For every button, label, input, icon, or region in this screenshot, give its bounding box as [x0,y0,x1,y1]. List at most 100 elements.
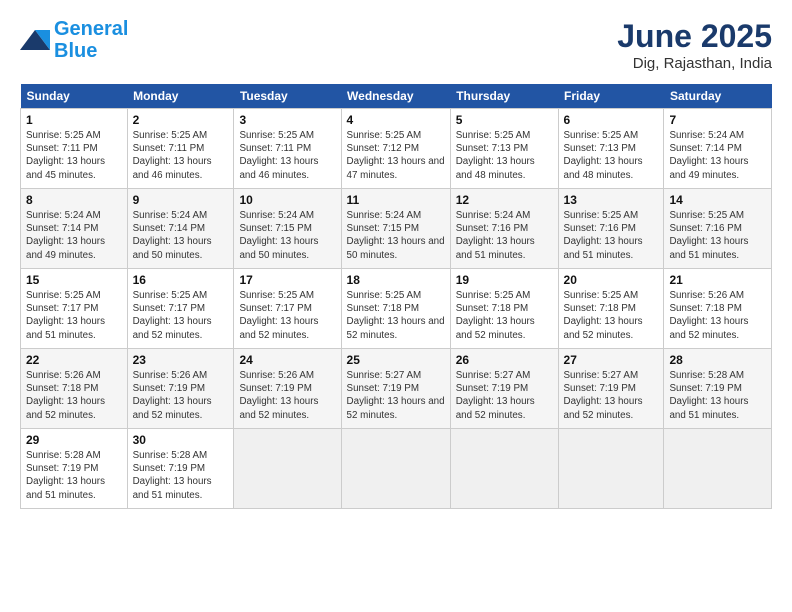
table-cell: 12 Sunrise: 5:24 AM Sunset: 7:16 PM Dayl… [450,189,558,269]
day-info: Sunrise: 5:24 AM Sunset: 7:16 PM Dayligh… [456,209,553,262]
day-number: 8 [26,193,122,207]
header-friday: Friday [558,84,664,109]
table-cell: 29 Sunrise: 5:28 AM Sunset: 7:19 PM Dayl… [21,429,128,509]
table-cell: 21 Sunrise: 5:26 AM Sunset: 7:18 PM Dayl… [664,269,772,349]
table-cell: 13 Sunrise: 5:25 AM Sunset: 7:16 PM Dayl… [558,189,664,269]
day-number: 23 [133,353,229,367]
calendar-subtitle: Dig, Rajasthan, India [617,55,772,72]
table-cell: 1 Sunrise: 5:25 AM Sunset: 7:11 PM Dayli… [21,109,128,189]
calendar-week-row: 8 Sunrise: 5:24 AM Sunset: 7:14 PM Dayli… [21,189,772,269]
day-number: 5 [456,113,553,127]
header-sunday: Sunday [21,84,128,109]
day-info: Sunrise: 5:28 AM Sunset: 7:19 PM Dayligh… [133,449,229,502]
table-cell: 23 Sunrise: 5:26 AM Sunset: 7:19 PM Dayl… [127,349,234,429]
table-cell: 11 Sunrise: 5:24 AM Sunset: 7:15 PM Dayl… [341,189,450,269]
day-info: Sunrise: 5:24 AM Sunset: 7:14 PM Dayligh… [133,209,229,262]
table-cell: 2 Sunrise: 5:25 AM Sunset: 7:11 PM Dayli… [127,109,234,189]
table-cell: 10 Sunrise: 5:24 AM Sunset: 7:15 PM Dayl… [234,189,341,269]
table-cell: 17 Sunrise: 5:25 AM Sunset: 7:17 PM Dayl… [234,269,341,349]
day-number: 9 [133,193,229,207]
day-info: Sunrise: 5:25 AM Sunset: 7:18 PM Dayligh… [347,289,445,342]
day-info: Sunrise: 5:24 AM Sunset: 7:15 PM Dayligh… [347,209,445,262]
day-number: 29 [26,433,122,447]
day-info: Sunrise: 5:26 AM Sunset: 7:19 PM Dayligh… [133,369,229,422]
day-info: Sunrise: 5:25 AM Sunset: 7:11 PM Dayligh… [133,129,229,182]
day-info: Sunrise: 5:25 AM Sunset: 7:18 PM Dayligh… [564,289,659,342]
table-cell: 9 Sunrise: 5:24 AM Sunset: 7:14 PM Dayli… [127,189,234,269]
day-number: 15 [26,273,122,287]
header-saturday: Saturday [664,84,772,109]
header-thursday: Thursday [450,84,558,109]
day-info: Sunrise: 5:25 AM Sunset: 7:16 PM Dayligh… [564,209,659,262]
page: General Blue June 2025 Dig, Rajasthan, I… [0,0,792,519]
calendar-week-row: 15 Sunrise: 5:25 AM Sunset: 7:17 PM Dayl… [21,269,772,349]
calendar-week-row: 22 Sunrise: 5:26 AM Sunset: 7:18 PM Dayl… [21,349,772,429]
day-info: Sunrise: 5:25 AM Sunset: 7:11 PM Dayligh… [26,129,122,182]
day-info: Sunrise: 5:27 AM Sunset: 7:19 PM Dayligh… [456,369,553,422]
table-cell: 28 Sunrise: 5:28 AM Sunset: 7:19 PM Dayl… [664,349,772,429]
day-number: 17 [239,273,335,287]
title-block: June 2025 Dig, Rajasthan, India [617,18,772,72]
table-cell: 20 Sunrise: 5:25 AM Sunset: 7:18 PM Dayl… [558,269,664,349]
day-number: 20 [564,273,659,287]
header: General Blue June 2025 Dig, Rajasthan, I… [20,18,772,72]
table-cell: 5 Sunrise: 5:25 AM Sunset: 7:13 PM Dayli… [450,109,558,189]
table-cell: 14 Sunrise: 5:25 AM Sunset: 7:16 PM Dayl… [664,189,772,269]
table-cell [341,429,450,509]
day-number: 18 [347,273,445,287]
day-number: 7 [669,113,766,127]
day-info: Sunrise: 5:26 AM Sunset: 7:18 PM Dayligh… [669,289,766,342]
day-info: Sunrise: 5:25 AM Sunset: 7:13 PM Dayligh… [564,129,659,182]
table-cell: 4 Sunrise: 5:25 AM Sunset: 7:12 PM Dayli… [341,109,450,189]
logo-icon [20,25,50,55]
calendar-table: Sunday Monday Tuesday Wednesday Thursday… [20,84,772,509]
table-cell: 27 Sunrise: 5:27 AM Sunset: 7:19 PM Dayl… [558,349,664,429]
table-cell: 25 Sunrise: 5:27 AM Sunset: 7:19 PM Dayl… [341,349,450,429]
day-info: Sunrise: 5:25 AM Sunset: 7:11 PM Dayligh… [239,129,335,182]
day-number: 3 [239,113,335,127]
logo: General Blue [20,18,128,62]
table-cell: 15 Sunrise: 5:25 AM Sunset: 7:17 PM Dayl… [21,269,128,349]
header-wednesday: Wednesday [341,84,450,109]
day-number: 19 [456,273,553,287]
day-number: 30 [133,433,229,447]
calendar-week-row: 1 Sunrise: 5:25 AM Sunset: 7:11 PM Dayli… [21,109,772,189]
day-info: Sunrise: 5:25 AM Sunset: 7:13 PM Dayligh… [456,129,553,182]
day-info: Sunrise: 5:25 AM Sunset: 7:17 PM Dayligh… [239,289,335,342]
day-number: 13 [564,193,659,207]
calendar-week-row: 29 Sunrise: 5:28 AM Sunset: 7:19 PM Dayl… [21,429,772,509]
day-info: Sunrise: 5:25 AM Sunset: 7:12 PM Dayligh… [347,129,445,182]
weekday-header-row: Sunday Monday Tuesday Wednesday Thursday… [21,84,772,109]
day-number: 2 [133,113,229,127]
header-tuesday: Tuesday [234,84,341,109]
day-number: 24 [239,353,335,367]
day-info: Sunrise: 5:28 AM Sunset: 7:19 PM Dayligh… [26,449,122,502]
logo-text: General Blue [54,18,128,62]
day-info: Sunrise: 5:27 AM Sunset: 7:19 PM Dayligh… [564,369,659,422]
table-cell: 22 Sunrise: 5:26 AM Sunset: 7:18 PM Dayl… [21,349,128,429]
day-info: Sunrise: 5:25 AM Sunset: 7:17 PM Dayligh… [26,289,122,342]
day-info: Sunrise: 5:26 AM Sunset: 7:19 PM Dayligh… [239,369,335,422]
day-info: Sunrise: 5:24 AM Sunset: 7:15 PM Dayligh… [239,209,335,262]
table-cell [234,429,341,509]
table-cell: 8 Sunrise: 5:24 AM Sunset: 7:14 PM Dayli… [21,189,128,269]
day-info: Sunrise: 5:25 AM Sunset: 7:16 PM Dayligh… [669,209,766,262]
day-number: 22 [26,353,122,367]
day-number: 14 [669,193,766,207]
day-number: 28 [669,353,766,367]
table-cell [558,429,664,509]
day-info: Sunrise: 5:27 AM Sunset: 7:19 PM Dayligh… [347,369,445,422]
day-info: Sunrise: 5:26 AM Sunset: 7:18 PM Dayligh… [26,369,122,422]
day-number: 12 [456,193,553,207]
table-cell: 26 Sunrise: 5:27 AM Sunset: 7:19 PM Dayl… [450,349,558,429]
table-cell: 16 Sunrise: 5:25 AM Sunset: 7:17 PM Dayl… [127,269,234,349]
table-cell: 19 Sunrise: 5:25 AM Sunset: 7:18 PM Dayl… [450,269,558,349]
day-number: 11 [347,193,445,207]
day-info: Sunrise: 5:28 AM Sunset: 7:19 PM Dayligh… [669,369,766,422]
day-number: 25 [347,353,445,367]
day-info: Sunrise: 5:25 AM Sunset: 7:17 PM Dayligh… [133,289,229,342]
day-number: 21 [669,273,766,287]
table-cell: 7 Sunrise: 5:24 AM Sunset: 7:14 PM Dayli… [664,109,772,189]
header-monday: Monday [127,84,234,109]
day-number: 16 [133,273,229,287]
